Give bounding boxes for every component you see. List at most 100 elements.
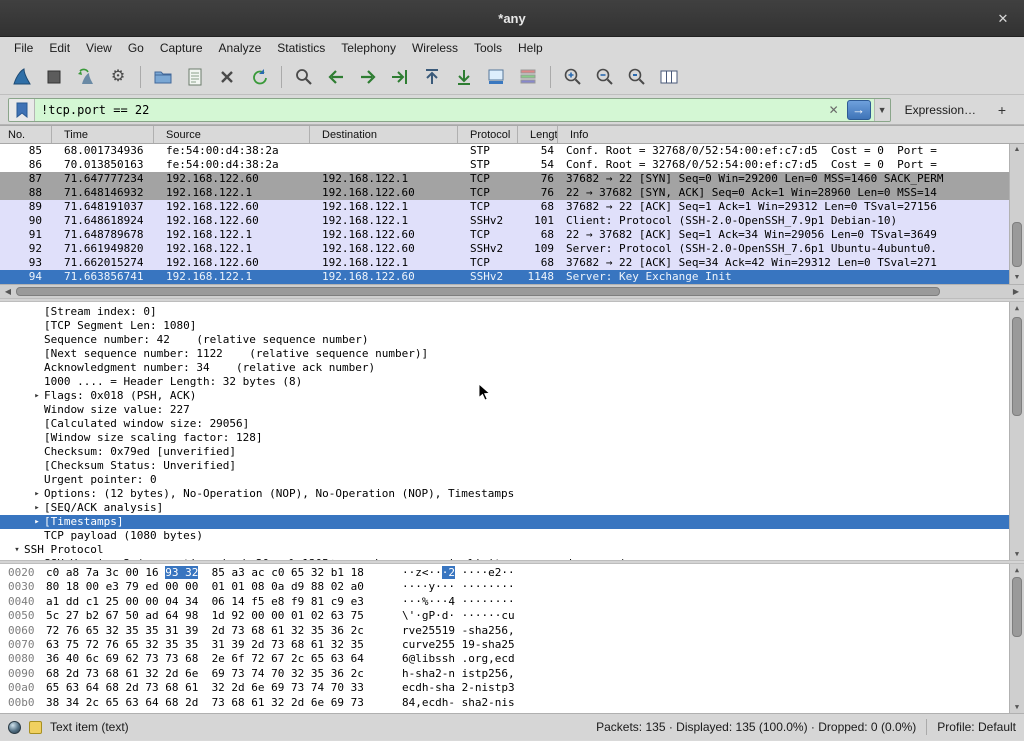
packet-row[interactable]: 9071.648618924192.168.122.60192.168.122.…: [0, 214, 1024, 228]
detail-line[interactable]: [Window size scaling factor: 128]: [0, 431, 1024, 445]
colorize-packets-button[interactable]: [512, 62, 544, 92]
detail-line[interactable]: Checksum: 0x79ed [unverified]: [0, 445, 1024, 459]
go-to-packet-button[interactable]: [384, 62, 416, 92]
hex-row[interactable]: 00a065 63 64 68 2d 73 68 61 32 2d 6e 69 …: [0, 681, 1024, 695]
detail-line[interactable]: ▸[SEQ/ACK analysis]: [0, 501, 1024, 515]
scroll-up-arrow-icon[interactable]: ▲: [1010, 302, 1024, 314]
go-back-button[interactable]: [320, 62, 352, 92]
go-last-packet-button[interactable]: [448, 62, 480, 92]
filter-apply-button[interactable]: →: [847, 100, 871, 120]
window-close-button[interactable]: ✕: [992, 8, 1014, 30]
hex-row[interactable]: 0040a1 dd c1 25 00 00 04 34 06 14 f5 e8 …: [0, 595, 1024, 609]
capture-options-button[interactable]: ⚙: [102, 62, 134, 92]
scroll-up-arrow-icon[interactable]: ▲: [1010, 564, 1024, 576]
expander-icon[interactable]: [30, 305, 44, 319]
expander-icon[interactable]: [30, 557, 44, 560]
detail-line[interactable]: TCP payload (1080 bytes): [0, 529, 1024, 543]
expander-icon[interactable]: [30, 473, 44, 487]
reload-button[interactable]: [243, 62, 275, 92]
expander-icon[interactable]: [30, 347, 44, 361]
hex-row[interactable]: 00b038 34 2c 65 63 64 68 2d 73 68 61 32 …: [0, 696, 1024, 710]
detail-line[interactable]: [Checksum Status: Unverified]: [0, 459, 1024, 473]
restart-capture-button[interactable]: [70, 62, 102, 92]
scrollbar-thumb[interactable]: [1012, 222, 1022, 267]
packet-list-hscrollbar[interactable]: ◀ ▶: [0, 284, 1024, 298]
filter-dropdown-button[interactable]: ▼: [874, 99, 890, 121]
scrollbar-thumb[interactable]: [1012, 577, 1022, 637]
open-file-button[interactable]: [147, 62, 179, 92]
filter-bookmark-button[interactable]: [9, 99, 35, 121]
expander-icon[interactable]: ▸: [30, 515, 44, 529]
expander-icon[interactable]: [30, 333, 44, 347]
packet-row[interactable]: 8971.648191037192.168.122.60192.168.122.…: [0, 200, 1024, 214]
menu-analyze[interactable]: Analyze: [211, 39, 270, 57]
scrollbar-thumb[interactable]: [1012, 317, 1022, 415]
column-header-protocol[interactable]: Protocol: [458, 126, 518, 143]
detail-line[interactable]: Sequence number: 42 (relative sequence n…: [0, 333, 1024, 347]
hex-row[interactable]: 003080 18 00 e3 79 ed 00 00 01 01 08 0a …: [0, 580, 1024, 594]
detail-line[interactable]: [Next sequence number: 1122 (relative se…: [0, 347, 1024, 361]
packet-row[interactable]: 8568.001734936fe:54:00:d4:38:2aSTP54Conf…: [0, 144, 1024, 158]
detail-line[interactable]: [TCP Segment Len: 1080]: [0, 319, 1024, 333]
filter-add-button[interactable]: +: [992, 100, 1012, 120]
scroll-up-arrow-icon[interactable]: ▲: [1010, 144, 1024, 156]
zoom-original-button[interactable]: [621, 62, 653, 92]
scroll-down-arrow-icon[interactable]: ▼: [1010, 272, 1024, 284]
packet-row[interactable]: 9271.661949820192.168.122.1192.168.122.6…: [0, 242, 1024, 256]
menu-help[interactable]: Help: [510, 39, 551, 57]
expander-icon[interactable]: [30, 403, 44, 417]
expander-icon[interactable]: [30, 319, 44, 333]
menu-wireless[interactable]: Wireless: [404, 39, 466, 57]
titlebar[interactable]: *any ✕: [0, 0, 1024, 37]
scroll-down-arrow-icon[interactable]: ▼: [1010, 701, 1024, 713]
hex-row[interactable]: 009068 2d 73 68 61 32 2d 6e 69 73 74 70 …: [0, 667, 1024, 681]
menu-telephony[interactable]: Telephony: [333, 39, 404, 57]
menu-file[interactable]: File: [6, 39, 41, 57]
expander-icon[interactable]: [30, 529, 44, 543]
find-packet-button[interactable]: [288, 62, 320, 92]
detail-line[interactable]: SSH Version 2 (encryption:chacha20-poly1…: [0, 557, 1024, 560]
expander-icon[interactable]: ▸: [30, 501, 44, 515]
hex-row[interactable]: 006072 76 65 32 35 35 31 39 2d 73 68 61 …: [0, 624, 1024, 638]
go-first-packet-button[interactable]: [416, 62, 448, 92]
go-forward-button[interactable]: [352, 62, 384, 92]
save-file-button[interactable]: [179, 62, 211, 92]
scrollbar-thumb[interactable]: [16, 287, 940, 296]
expander-icon[interactable]: [30, 375, 44, 389]
stop-capture-button[interactable]: [38, 62, 70, 92]
detail-line[interactable]: [Calculated window size: 29056]: [0, 417, 1024, 431]
hex-row[interactable]: 0020c0 a8 7a 3c 00 16 93 32 85 a3 ac c0 …: [0, 566, 1024, 580]
packet-row-selected[interactable]: 9471.663856741192.168.122.1192.168.122.6…: [0, 270, 1024, 284]
zoom-in-button[interactable]: [557, 62, 589, 92]
expander-icon[interactable]: ▸: [30, 389, 44, 403]
column-header-no[interactable]: No.: [0, 126, 52, 143]
expander-icon[interactable]: ▾: [10, 543, 24, 557]
hex-row[interactable]: 008036 40 6c 69 62 73 73 68 2e 6f 72 67 …: [0, 652, 1024, 666]
detail-line[interactable]: Urgent pointer: 0: [0, 473, 1024, 487]
packet-row[interactable]: 9171.648789678192.168.122.1192.168.122.6…: [0, 228, 1024, 242]
scroll-down-arrow-icon[interactable]: ▼: [1010, 548, 1024, 560]
display-filter-value[interactable]: !tcp.port == 22: [35, 103, 824, 117]
scroll-right-arrow-icon[interactable]: ▶: [1008, 285, 1024, 298]
packet-row[interactable]: 8871.648146932192.168.122.1192.168.122.6…: [0, 186, 1024, 200]
column-header-info[interactable]: Info: [558, 126, 1024, 143]
detail-line[interactable]: 1000 .... = Header Length: 32 bytes (8): [0, 375, 1024, 389]
expander-icon[interactable]: [30, 459, 44, 473]
hex-row[interactable]: 00505c 27 b2 67 50 ad 64 98 1d 92 00 00 …: [0, 609, 1024, 623]
filter-clear-button[interactable]: ✕: [824, 103, 844, 117]
resize-columns-button[interactable]: [653, 62, 685, 92]
packet-row[interactable]: 8670.013850163fe:54:00:d4:38:2aSTP54Conf…: [0, 158, 1024, 172]
menu-statistics[interactable]: Statistics: [269, 39, 333, 57]
expander-icon[interactable]: [30, 361, 44, 375]
expander-icon[interactable]: [30, 445, 44, 459]
menu-edit[interactable]: Edit: [41, 39, 78, 57]
profile-label[interactable]: Profile: Default: [937, 720, 1016, 734]
display-filter-input[interactable]: !tcp.port == 22 ✕ → ▼: [8, 98, 891, 122]
details-scrollbar[interactable]: ▲ ▼: [1009, 302, 1024, 560]
detail-line[interactable]: ▸Flags: 0x018 (PSH, ACK): [0, 389, 1024, 403]
menu-view[interactable]: View: [78, 39, 120, 57]
capture-comment-icon[interactable]: [29, 721, 42, 734]
column-header-source[interactable]: Source: [154, 126, 310, 143]
menu-capture[interactable]: Capture: [152, 39, 211, 57]
expression-button[interactable]: Expression…: [905, 103, 976, 117]
